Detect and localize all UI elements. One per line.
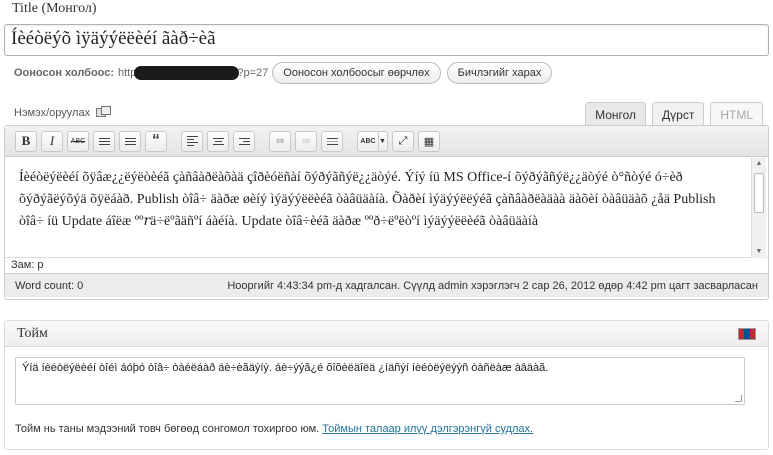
editor-status-bar: Word count: 0 Нооргийг 4:43:34 pm-д хадг… (5, 273, 768, 297)
word-count: Word count: 0 (15, 279, 84, 292)
kitchen-sink-icon[interactable]: ▦ (418, 130, 440, 152)
media-label: Нэмэх/оруулах (14, 107, 91, 119)
redacted-url (134, 66, 240, 80)
permalink-label: Ооносон холбоос: (14, 67, 115, 79)
excerpt-help-text: Тойм нь таны мэдээний товч бөгөөд сонгом… (15, 423, 320, 435)
align-left-button[interactable] (181, 130, 203, 152)
tab-mongol[interactable]: Монгол (585, 102, 647, 126)
scroll-up-icon[interactable]: ▲ (752, 158, 766, 170)
post-editor: B I ABC “ ∞ ∞ ABC ▼ ⤢ ▦ Íèéòëýëèéí õÿâæ¿… (4, 125, 769, 300)
last-edited-info: Нооргийг 4:43:34 pm-д хадгалсан. Сүүлд a… (227, 279, 758, 292)
media-row: Нэмэх/оруулах (14, 106, 112, 120)
bullet-list-button[interactable] (93, 130, 115, 152)
editor-path: Зам: p (5, 257, 768, 273)
editor-scrollbar[interactable]: ▲ ▼ (751, 158, 766, 258)
add-media-icon[interactable] (96, 106, 112, 120)
excerpt-heading: Тойм (17, 325, 48, 341)
view-post-button[interactable]: Бичлэгийг харах (446, 62, 553, 84)
tab-html[interactable]: HTML (710, 102, 763, 126)
excerpt-textarea[interactable]: Ýíä íèéòëýëèéí òîéì áóþó òîâ÷ òàéëáàð áè… (15, 357, 745, 405)
mongolia-flag-icon (738, 327, 756, 340)
italic-button[interactable]: I (41, 130, 63, 152)
spellcheck-icon[interactable]: ABC (357, 130, 379, 152)
resize-grip-icon[interactable] (735, 395, 742, 402)
editor-content[interactable]: Íèéòëýëèéí õÿâæ¿¿ëýëòèéã çàñâàðëàõàä çîð… (5, 157, 768, 257)
fullscreen-icon[interactable]: ⤢ (392, 130, 414, 152)
title-input[interactable]: Íèéòëýõ ìÿäýýëëèéí ãàð÷èã (4, 24, 769, 56)
language-tabs: Монгол Дүрст HTML (579, 102, 763, 126)
excerpt-box: Тойм Ýíä íèéòëýëèéí òîéì áóþó òîâ÷ òàéëá… (4, 320, 769, 450)
scroll-down-icon[interactable]: ▼ (752, 246, 766, 258)
bold-button[interactable]: B (15, 130, 37, 152)
strikethrough-button[interactable]: ABC (67, 130, 89, 152)
excerpt-help-link[interactable]: Тоймын талаар илүү дэлгэрэнгүй судлах. (322, 423, 533, 435)
change-permalink-button[interactable]: Ооносон холбоосыг өөрчлөх (272, 62, 441, 84)
numbered-list-button[interactable] (119, 130, 141, 152)
blockquote-button[interactable]: “ (145, 130, 167, 152)
unlink-icon[interactable]: ∞ (295, 130, 317, 152)
tab-visual[interactable]: Дүрст (652, 102, 705, 126)
scroll-thumb[interactable] (754, 173, 764, 213)
editor-toolbar: B I ABC “ ∞ ∞ ABC ▼ ⤢ ▦ (5, 126, 768, 157)
more-tag-icon[interactable] (321, 130, 343, 152)
align-center-button[interactable] (207, 130, 229, 152)
align-right-button[interactable] (233, 130, 255, 152)
permalink-row: Ооносон холбоос: http ?p=27 Ооносон холб… (14, 62, 558, 84)
excerpt-header[interactable]: Тойм (5, 321, 768, 347)
excerpt-help: Тойм нь таны мэдээний товч бөгөөд сонгом… (15, 423, 533, 435)
title-label: Title (Монгол) (12, 1, 97, 16)
permalink-url-end: ?p=27 (237, 67, 269, 79)
link-icon[interactable]: ∞ (269, 130, 291, 152)
spellcheck-dropdown-icon[interactable]: ▼ (378, 130, 388, 152)
